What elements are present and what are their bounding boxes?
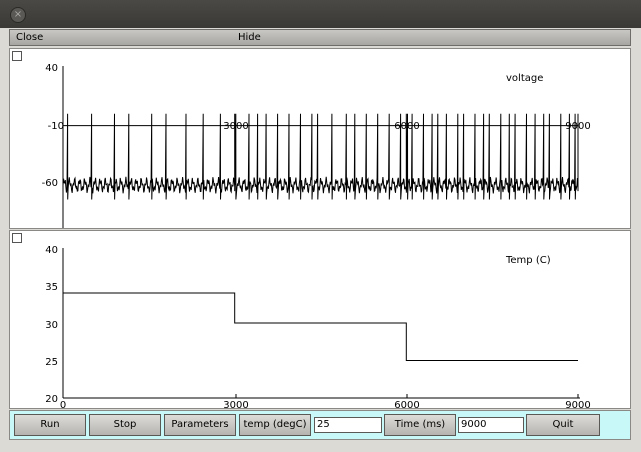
title-bar: × bbox=[0, 0, 641, 28]
voltage-panel: 40 -10 -60 3000 6000 9000 voltage bbox=[9, 48, 631, 229]
temp-trace bbox=[63, 292, 578, 361]
control-bar: Run Stop Parameters temp (degC) 25 Time … bbox=[9, 410, 631, 440]
time-input[interactable]: 9000 bbox=[458, 417, 524, 433]
stop-button[interactable]: Stop bbox=[89, 414, 161, 436]
temp-button[interactable]: temp (degC) bbox=[239, 414, 311, 436]
parameters-button[interactable]: Parameters bbox=[164, 414, 236, 436]
voltage-trace bbox=[62, 113, 579, 200]
temp-tick-label: 35 bbox=[45, 282, 58, 293]
time-button[interactable]: Time (ms) bbox=[384, 414, 456, 436]
voltage-series-label: voltage bbox=[506, 73, 543, 84]
temp-tick-label: 20 bbox=[45, 394, 58, 405]
temp-tick-label: 0 bbox=[60, 400, 66, 408]
menu-bar: Close Hide bbox=[9, 29, 631, 46]
temp-tick-label: 9000 bbox=[565, 400, 590, 408]
temp-tick-label: 6000 bbox=[394, 400, 419, 408]
voltage-plot: 40 -10 -60 3000 6000 9000 voltage bbox=[42, 63, 591, 228]
voltage-tick-label: -60 bbox=[42, 178, 58, 189]
close-menu-item[interactable]: Close bbox=[16, 32, 43, 43]
temp-input[interactable]: 25 bbox=[314, 417, 382, 433]
hide-menu-item[interactable]: Hide bbox=[238, 32, 261, 43]
temp-tick-label: 40 bbox=[45, 245, 58, 256]
temp-plot: 40 35 30 25 20 0 3000 6000 9000 Temp (C) bbox=[45, 245, 590, 408]
voltage-tick-label: -10 bbox=[48, 121, 64, 132]
temp-series-label: Temp (C) bbox=[505, 255, 551, 266]
temp-panel: 40 35 30 25 20 0 3000 6000 9000 Temp (C) bbox=[9, 230, 631, 409]
temp-tick-label: 25 bbox=[45, 357, 58, 368]
temp-tick-label: 30 bbox=[45, 320, 58, 331]
quit-button[interactable]: Quit bbox=[526, 414, 600, 436]
window-close-icon[interactable]: × bbox=[10, 7, 26, 23]
run-button[interactable]: Run bbox=[14, 414, 86, 436]
voltage-tick-label: 40 bbox=[45, 63, 58, 74]
temp-tick-label: 3000 bbox=[223, 400, 248, 408]
